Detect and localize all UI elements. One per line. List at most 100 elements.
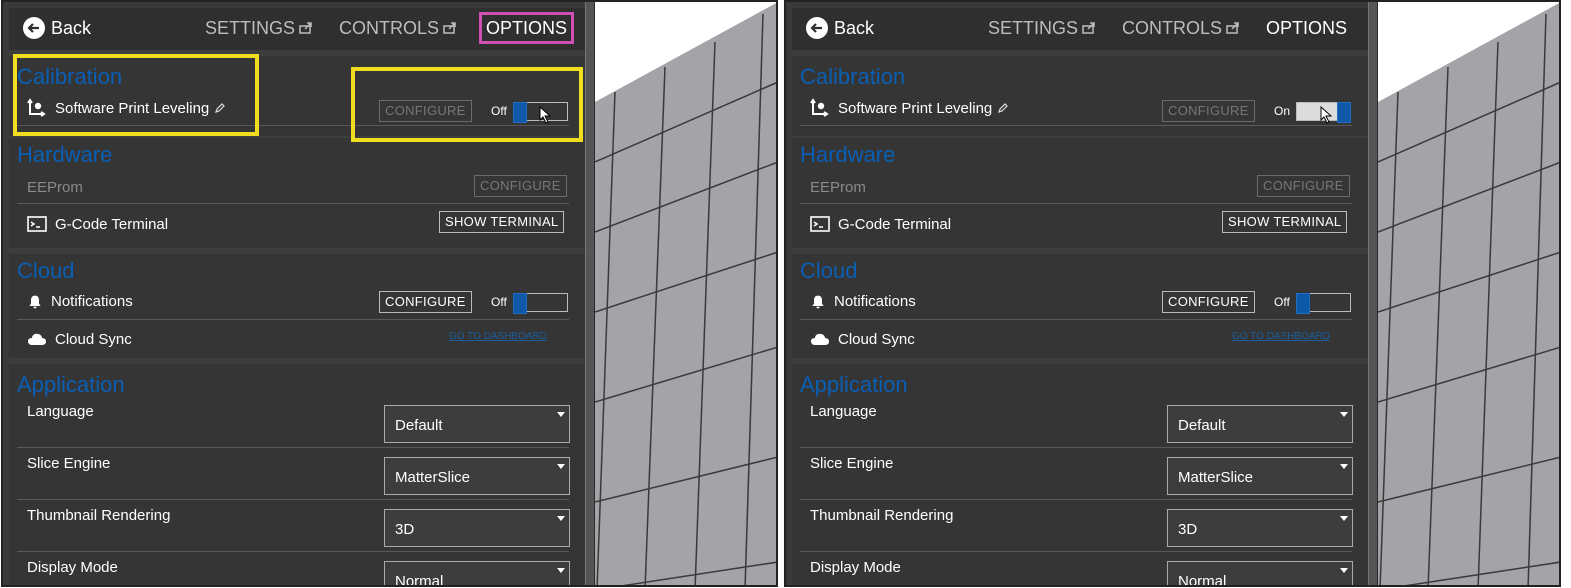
back-button[interactable]: Back xyxy=(23,17,91,39)
pencil-icon[interactable] xyxy=(997,102,1009,114)
leveling-icon xyxy=(27,98,46,117)
chevron-down-icon xyxy=(1340,412,1348,417)
section-title-application: Application xyxy=(17,372,125,397)
bell-icon xyxy=(29,295,41,308)
section-application: Application Language Default Slice Engin… xyxy=(9,364,585,585)
section-calibration: Calibration Software Print Leveling CONF… xyxy=(9,56,585,136)
language-select[interactable]: Default xyxy=(1167,405,1353,443)
show-terminal-button[interactable]: SHOW TERMINAL xyxy=(1222,211,1348,233)
pencil-icon[interactable] xyxy=(214,102,226,114)
row-software-print-leveling: Software Print Leveling CONFIGURE On xyxy=(800,94,1352,126)
bed-grid xyxy=(1378,3,1559,585)
configure-button[interactable]: CONFIGURE xyxy=(474,175,567,197)
mouse-cursor-icon xyxy=(539,106,552,124)
cloud-icon xyxy=(811,333,829,345)
section-hardware: Hardware EEProm CONFIGURE G-Code Termina… xyxy=(9,138,585,248)
tab-controls[interactable]: CONTROLS xyxy=(339,16,457,40)
section-hardware: Hardware EEProm CONFIGURE G-Code Termina… xyxy=(792,138,1368,248)
notifications-toggle[interactable] xyxy=(513,293,568,314)
top-nav-bar: Back SETTINGS CONTROLS OPTIONS xyxy=(792,8,1368,50)
notifications-toggle[interactable] xyxy=(1296,293,1351,314)
row-label: EEProm xyxy=(27,179,83,196)
thumbnail-rendering-select[interactable]: 3D xyxy=(1167,509,1353,547)
row-label: Notifications xyxy=(834,293,916,310)
row-eeprom: EEProm CONFIGURE xyxy=(17,170,569,204)
configure-button[interactable]: CONFIGURE xyxy=(1162,100,1255,122)
section-title-application: Application xyxy=(800,372,908,397)
row-gcode-terminal: G-Code Terminal SHOW TERMINAL xyxy=(800,204,1352,244)
row-label: Notifications xyxy=(51,293,133,310)
row-display-mode: Display Mode Normal xyxy=(800,552,1353,587)
select-value: Default xyxy=(1178,417,1226,434)
language-select[interactable]: Default xyxy=(384,405,570,443)
back-arrow-icon xyxy=(806,17,828,39)
row-language: Language Default xyxy=(17,396,570,448)
cloud-icon xyxy=(28,333,46,345)
external-link-icon xyxy=(299,22,312,34)
tab-controls-label: CONTROLS xyxy=(339,17,440,38)
dashboard-link[interactable]: GO TO DASHBOARD xyxy=(449,331,547,342)
bed-grid xyxy=(595,3,776,585)
options-panel: Back SETTINGS CONTROLS OPTIONS Calibrati… xyxy=(9,8,585,585)
row-label: Slice Engine xyxy=(810,455,894,472)
back-label: Back xyxy=(51,17,92,38)
3d-viewport[interactable] xyxy=(595,2,776,585)
configure-button[interactable]: CONFIGURE xyxy=(379,291,472,313)
display-mode-select[interactable]: Normal xyxy=(384,561,570,585)
chevron-down-icon xyxy=(557,412,565,417)
section-title-cloud: Cloud xyxy=(17,258,75,283)
tab-options[interactable]: OPTIONS xyxy=(1262,12,1351,44)
dashboard-link[interactable]: GO TO DASHBOARD xyxy=(1232,331,1330,342)
row-label: Cloud Sync xyxy=(838,330,915,348)
tab-settings[interactable]: SETTINGS xyxy=(205,16,313,40)
row-label: Thumbnail Rendering xyxy=(810,507,954,524)
configure-button[interactable]: CONFIGURE xyxy=(1257,175,1350,197)
tab-settings[interactable]: SETTINGS xyxy=(988,16,1096,40)
panel-divider[interactable] xyxy=(585,2,595,585)
toggle-state-label: Off xyxy=(491,295,507,309)
row-cloud-sync: Cloud Sync GO TO DASHBOARD xyxy=(17,320,569,354)
row-notifications: Notifications CONFIGURE Off xyxy=(800,286,1352,320)
back-button[interactable]: Back xyxy=(806,17,874,39)
thumbnail-rendering-select[interactable]: 3D xyxy=(384,509,570,547)
external-link-icon xyxy=(443,22,456,34)
tab-settings-label: SETTINGS xyxy=(988,17,1079,38)
tab-options[interactable]: OPTIONS xyxy=(479,12,575,44)
slice-engine-select[interactable]: MatterSlice xyxy=(384,457,570,495)
row-language: Language Default xyxy=(800,396,1353,448)
slice-engine-select[interactable]: MatterSlice xyxy=(1167,457,1353,495)
screenshot-before: Back SETTINGS CONTROLS OPTIONS Calibrati… xyxy=(1,0,778,587)
bell-icon xyxy=(812,295,824,308)
chevron-down-icon xyxy=(557,516,565,521)
display-mode-select[interactable]: Normal xyxy=(1167,561,1353,587)
external-link-icon xyxy=(1082,22,1095,34)
chevron-down-icon xyxy=(1340,516,1348,521)
toggle-state-label: Off xyxy=(491,104,507,118)
row-label: Language xyxy=(27,403,94,420)
show-terminal-button[interactable]: SHOW TERMINAL xyxy=(439,211,565,233)
terminal-icon xyxy=(810,216,830,232)
section-calibration: Calibration Software Print Leveling CONF… xyxy=(792,56,1368,136)
chevron-down-icon xyxy=(1340,464,1348,469)
toggle-state-label: Off xyxy=(1274,295,1290,309)
configure-button[interactable]: CONFIGURE xyxy=(379,100,472,122)
select-value: 3D xyxy=(1178,521,1198,538)
3d-viewport[interactable] xyxy=(1378,2,1559,585)
row-label: Slice Engine xyxy=(27,455,111,472)
terminal-icon xyxy=(27,216,47,232)
row-label: G-Code Terminal xyxy=(55,215,169,233)
select-value: Normal xyxy=(1178,573,1227,587)
toggle-state-label: On xyxy=(1274,104,1291,118)
row-label: Software Print Leveling xyxy=(838,99,993,117)
configure-button[interactable]: CONFIGURE xyxy=(1162,291,1255,313)
row-label: Software Print Leveling xyxy=(55,99,210,117)
chevron-down-icon xyxy=(1340,568,1348,573)
panel-divider[interactable] xyxy=(1368,2,1378,585)
select-value: Default xyxy=(395,417,443,434)
section-application: Application Language Default Slice Engin… xyxy=(792,364,1368,587)
top-nav-bar: Back SETTINGS CONTROLS OPTIONS xyxy=(9,8,585,50)
select-value: MatterSlice xyxy=(395,469,471,486)
tab-controls[interactable]: CONTROLS xyxy=(1122,16,1240,40)
select-value: MatterSlice xyxy=(1178,469,1254,486)
options-panel: Back SETTINGS CONTROLS OPTIONS Calibrati… xyxy=(792,8,1368,587)
